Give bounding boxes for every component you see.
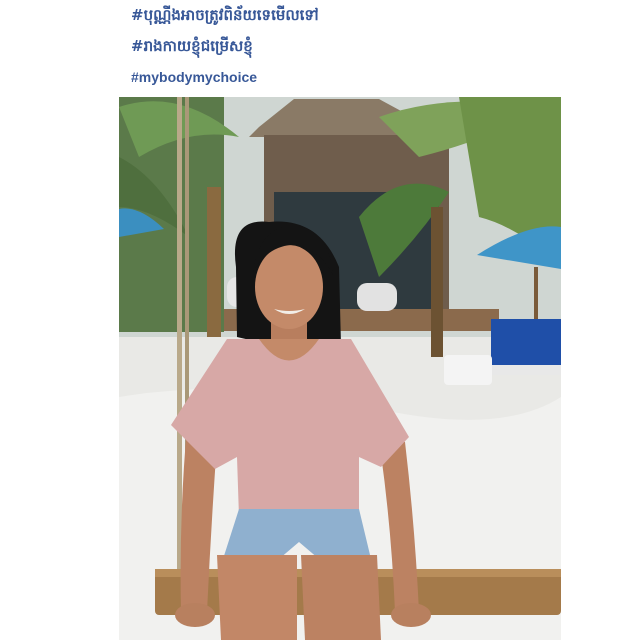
hashtag-link-3[interactable]: #mybodymychoice	[131, 68, 551, 87]
hashtag-list: #បុណ្ណីងអាចត្រូវពិន័យទេមើលទៅ #រាងកាយខ្ញុ…	[131, 6, 551, 99]
hashtag-link-2[interactable]: #រាងកាយខ្ញុំជម្រើសខ្ញុំ	[131, 37, 551, 56]
beach-swing-photo	[119, 97, 561, 640]
hashtag-link-1[interactable]: #បុណ្ណីងអាចត្រូវពិន័យទេមើលទៅ	[131, 6, 551, 25]
post-photo[interactable]	[119, 97, 561, 640]
